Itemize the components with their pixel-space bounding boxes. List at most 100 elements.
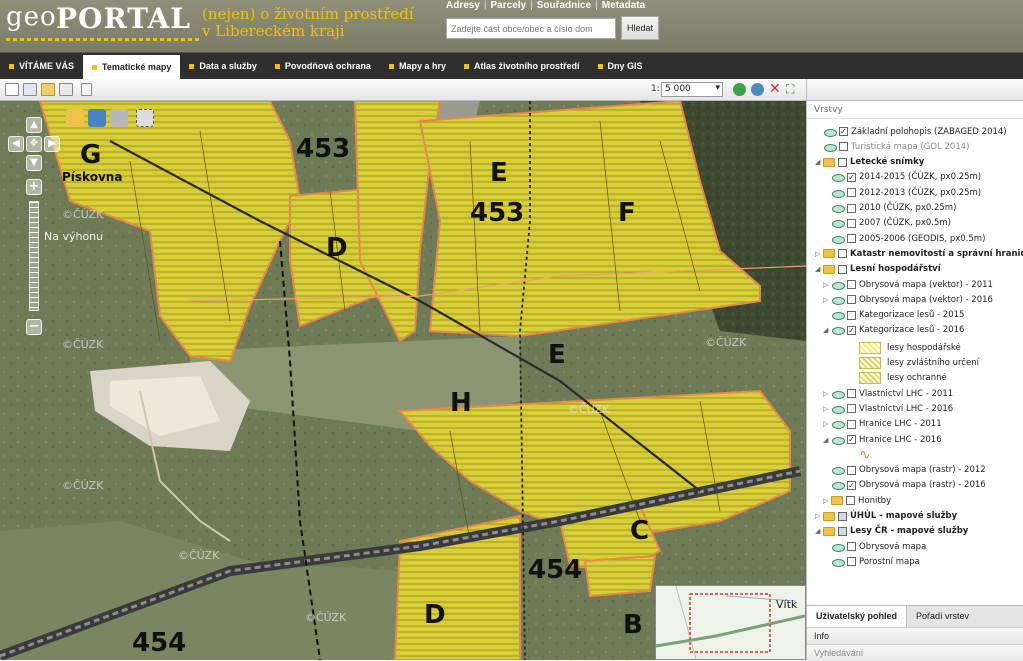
- tab-user-view[interactable]: Uživatelský pohled: [807, 606, 908, 627]
- expand-toggle-icon[interactable]: ◢: [815, 527, 823, 535]
- layer-item[interactable]: ▷ Hranice LHC - 2011: [823, 417, 942, 432]
- expand-toggle-icon[interactable]: ◢: [823, 436, 831, 444]
- group-checkbox[interactable]: [838, 526, 847, 536]
- nav-item-dny-gis[interactable]: Dny GIS: [589, 53, 652, 79]
- expand-toggle-icon[interactable]: ▷: [815, 250, 823, 258]
- layer-item[interactable]: Kategorizace lesů - 2015: [823, 308, 964, 323]
- forward-arrow-icon[interactable]: [110, 109, 128, 127]
- link-adresy[interactable]: Adresy: [446, 0, 480, 11]
- layer-checkbox[interactable]: [847, 404, 856, 414]
- nav-item-vitame-vas[interactable]: VÍTÁME VÁS: [0, 53, 83, 79]
- search-button[interactable]: Hledat: [621, 16, 659, 40]
- nav-item-mapy-a-hry[interactable]: Mapy a hry: [380, 53, 455, 79]
- tab-layer-order[interactable]: Pořadí vrstev: [907, 606, 978, 627]
- pan-up-button[interactable]: ▲: [26, 117, 42, 133]
- layer-item[interactable]: Obrysová mapa: [823, 539, 926, 554]
- layer-item[interactable]: 2005-2006 (GEODIS, px0.5m): [823, 231, 985, 246]
- save-icon[interactable]: [23, 83, 37, 96]
- go-arrow-icon[interactable]: [733, 83, 746, 96]
- layer-checkbox[interactable]: [847, 295, 856, 305]
- layer-checkbox[interactable]: [847, 280, 856, 289]
- link-souradnice[interactable]: Souřadnice: [537, 0, 591, 11]
- layer-item[interactable]: ✓ 2014-2015 (ČÚZK, px0.25m): [823, 170, 981, 185]
- layer-item[interactable]: Turistická mapa (GOL 2014): [815, 139, 969, 154]
- layer-checkbox[interactable]: [839, 142, 848, 152]
- pan-left-button[interactable]: ◀: [8, 136, 24, 152]
- pan-down-button[interactable]: ▼: [26, 155, 42, 171]
- layer-item[interactable]: ▷ Vlastnictví LHC - 2011: [823, 386, 953, 401]
- expand-toggle-icon[interactable]: ▷: [823, 420, 831, 428]
- layer-item[interactable]: ▷ Obrysová mapa (vektor) - 2016: [823, 292, 993, 307]
- layer-group[interactable]: ▷ Honitby: [823, 493, 891, 508]
- layer-checkbox[interactable]: [847, 203, 856, 213]
- search-bar[interactable]: Vyhledávání: [807, 644, 1023, 661]
- layer-item[interactable]: 2012-2013 (ČÚZK, px0.25m): [823, 185, 981, 200]
- layer-item[interactable]: ✓ Obrysová mapa (rastr) - 2016: [823, 478, 986, 493]
- layer-item[interactable]: ◢ ✓ Hranice LHC - 2016: [823, 432, 942, 447]
- new-document-icon[interactable]: [5, 83, 19, 96]
- document-icon[interactable]: [81, 83, 92, 96]
- layer-item[interactable]: 2007 (ČÚZK, px0.5m): [823, 216, 951, 231]
- zoom-box-icon[interactable]: [136, 109, 154, 127]
- layer-checkbox[interactable]: ✓: [839, 127, 848, 136]
- expand-toggle-icon[interactable]: ▷: [823, 497, 831, 505]
- fullscreen-icon[interactable]: ⛶: [786, 82, 794, 97]
- layer-group[interactable]: ◢ Lesy ČR - mapové služby: [815, 524, 968, 539]
- pan-center-button[interactable]: ✥: [26, 136, 42, 152]
- layer-checkbox[interactable]: [847, 542, 856, 552]
- open-folder-icon[interactable]: [41, 83, 55, 96]
- layer-group[interactable]: ◢ Letecké snímky: [815, 155, 924, 170]
- geoportal-logo[interactable]: geo PORTAL (nejen) o životním prostředí …: [6, 2, 442, 50]
- layer-checkbox[interactable]: [847, 234, 856, 244]
- layer-checkbox[interactable]: [847, 218, 856, 228]
- nav-item-tematicke-mapy[interactable]: Tematické mapy: [83, 55, 181, 79]
- refresh-icon[interactable]: [751, 83, 764, 96]
- info-bar[interactable]: Info: [807, 627, 1023, 644]
- map-canvas[interactable]: G D E F E H C D B 453 453 454 454 Pískov…: [0, 101, 806, 660]
- zoom-in-button[interactable]: +: [26, 179, 42, 195]
- expand-toggle-icon[interactable]: ▷: [823, 405, 831, 413]
- nav-item-atlas[interactable]: Atlas životního prostředí: [455, 53, 589, 79]
- group-checkbox[interactable]: [846, 496, 855, 506]
- expand-toggle-icon[interactable]: ◢: [823, 326, 831, 334]
- link-metadata[interactable]: Metadata: [602, 0, 645, 11]
- layer-checkbox[interactable]: [847, 557, 856, 567]
- layer-item[interactable]: ✓ Základní polohopis (ZABAGED 2014): [815, 124, 1007, 139]
- zoom-out-button[interactable]: −: [26, 319, 42, 335]
- layer-checkbox[interactable]: [847, 310, 856, 320]
- layer-item[interactable]: Obrysová mapa (rastr) - 2012: [823, 463, 986, 478]
- layer-checkbox[interactable]: ✓: [847, 435, 856, 444]
- nav-item-data-a-sluzby[interactable]: Data a služby: [180, 53, 266, 79]
- layer-group[interactable]: ◢ Lesní hospodářství: [815, 262, 941, 277]
- layer-group[interactable]: ▷ Katastr nemovitostí a správní hranice: [815, 246, 1023, 261]
- layer-checkbox[interactable]: ✓: [847, 172, 856, 182]
- layer-item[interactable]: ▷ Obrysová mapa (vektor) - 2011: [823, 277, 993, 292]
- link-parcely[interactable]: Parcely: [491, 0, 527, 11]
- layer-item[interactable]: 2010 (ČÚZK, px0.25m): [823, 201, 956, 216]
- search-input[interactable]: [446, 18, 616, 39]
- expand-toggle-icon[interactable]: ▷: [823, 281, 831, 289]
- nav-item-povodnova-ochrana[interactable]: Povodňová ochrana: [266, 53, 380, 79]
- print-icon[interactable]: [59, 83, 73, 96]
- zoom-slider[interactable]: + −: [26, 179, 42, 339]
- layer-checkbox[interactable]: [847, 188, 856, 198]
- back-arrow-icon[interactable]: [88, 109, 106, 127]
- layer-checkbox[interactable]: [847, 419, 856, 429]
- overview-map[interactable]: Vítk: [655, 585, 806, 660]
- layer-checkbox[interactable]: ✓: [847, 480, 856, 490]
- zoom-track[interactable]: [29, 201, 39, 311]
- expand-toggle-icon[interactable]: ▷: [815, 512, 823, 520]
- expand-toggle-icon[interactable]: ▷: [823, 296, 831, 304]
- layer-item[interactable]: ◢ ✓ Kategorizace lesů - 2016: [823, 323, 964, 338]
- scale-select[interactable]: 5 000 ▾: [661, 82, 723, 97]
- group-checkbox[interactable]: [838, 264, 847, 274]
- close-icon[interactable]: ✕: [769, 81, 781, 97]
- layer-item[interactable]: ▷ Vlastnictví LHC - 2016: [823, 401, 953, 416]
- hand-pan-icon[interactable]: [66, 109, 84, 127]
- group-checkbox[interactable]: [838, 157, 847, 167]
- layer-checkbox[interactable]: ✓: [847, 325, 856, 335]
- group-checkbox[interactable]: [838, 249, 847, 259]
- layer-checkbox[interactable]: [847, 389, 856, 399]
- pan-right-button[interactable]: ▶: [44, 136, 60, 152]
- expand-toggle-icon[interactable]: ◢: [815, 265, 823, 273]
